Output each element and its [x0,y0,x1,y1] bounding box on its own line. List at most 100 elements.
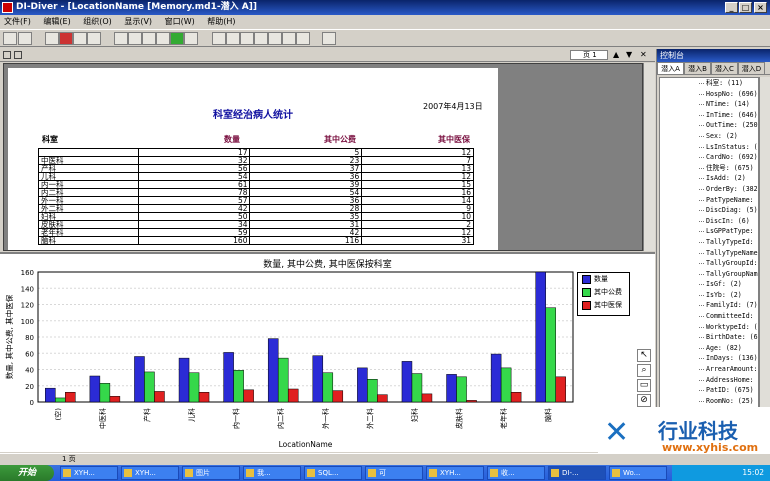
menu-edit[interactable]: 编辑(E) [43,17,70,26]
field-list-item[interactable]: CardNo: (692) [660,152,758,163]
taskbar-item-label: XYH... [135,469,156,477]
taskbar-item[interactable]: XYH... [121,466,179,480]
taskbar-item[interactable]: SQL... [304,466,362,480]
field-list-item[interactable]: CommitteeId: (9) [660,311,758,322]
report-close-icon[interactable]: ✕ [640,50,647,59]
start-button[interactable]: 开始 [0,465,54,481]
taskbar-item[interactable]: 可 [365,466,423,480]
field-list-item[interactable]: RoomNo: (25) [660,396,758,407]
matrix-icon[interactable] [184,32,198,45]
open-icon[interactable] [45,32,59,45]
tab-b[interactable]: 潜入B [684,62,711,74]
field-list-item[interactable]: IsGf: (2) [660,279,758,290]
taskbar-item[interactable]: Wo... [609,466,667,480]
multi-view-icon[interactable] [142,32,156,45]
scatter-chart-icon[interactable] [282,32,296,45]
chart-options-icon[interactable] [296,32,310,45]
field-list-item[interactable]: TallyGroupName: [660,269,758,280]
close-button[interactable]: × [754,2,767,13]
app-icon [2,2,13,13]
field-list-item[interactable]: PatID: (675) [660,385,758,396]
taskbar-item[interactable]: XYH... [60,466,118,480]
field-list-item[interactable]: PatTypeName: (99 [660,195,758,206]
pie-chart-icon[interactable] [268,32,282,45]
field-list-item[interactable]: InDays: (136) [660,353,758,364]
table-view-icon[interactable] [114,32,128,45]
field-list-item[interactable]: LsGPPatType: (4) [660,226,758,237]
reset-icon[interactable]: ⊘ [637,394,651,407]
bar-2 [332,390,344,403]
menu-file[interactable]: 文件(F) [4,17,31,26]
field-list-item[interactable]: FamilyId: (7) [660,300,758,311]
field-list-item[interactable]: Age: (82) [660,343,758,354]
x-tick-label: (空) [53,408,62,421]
page-input[interactable]: 页 1 [570,50,608,60]
field-list-item[interactable]: TallyGroupId: (1 [660,258,758,269]
crosstab-icon[interactable] [128,32,142,45]
field-list-item[interactable]: Sex: (2) [660,131,758,142]
maximize-button[interactable]: □ [739,2,752,13]
taskbar-item[interactable]: 我... [243,466,301,480]
save-icon[interactable] [59,32,73,45]
status-bar: 1 页 [0,453,770,465]
color-grid-icon[interactable] [170,32,184,45]
tab-c[interactable]: 潜入C [711,62,738,74]
table-cell: 2 [361,220,474,229]
field-list-item[interactable]: IsAdd: (2) [660,173,758,184]
field-list-item[interactable]: NTime: (14) [660,99,758,110]
menu-window[interactable]: 窗口(W) [165,17,195,26]
field-list-item[interactable]: 科室: (11) [660,78,758,89]
preview-icon[interactable] [87,32,101,45]
bar-2 [377,394,388,403]
menu-help[interactable]: 帮助(H) [207,17,235,26]
bar-chart-icon[interactable] [212,32,226,45]
tab-a[interactable]: 潜入A [657,62,684,74]
field-list-item[interactable]: LsInStatus: (5) [660,142,758,153]
label-icon[interactable]: ▭ [637,379,651,392]
taskbar-item[interactable]: 收... [487,466,545,480]
console-scrollbar[interactable] [759,77,770,451]
pointer-icon[interactable]: ↖ [637,349,651,362]
page-up-icon[interactable]: ▲ [613,50,619,59]
field-list-item[interactable]: TallyTypeName: ( [660,248,758,259]
menu-view[interactable]: 显示(V) [124,17,152,26]
column-chart-icon[interactable] [226,32,240,45]
bar-0 [178,357,190,403]
area-chart-icon[interactable] [254,32,268,45]
field-list-item[interactable]: OrderBy: (382) [660,184,758,195]
forward-icon[interactable] [18,32,32,45]
taskbar-item[interactable]: DI-... [548,466,606,480]
field-list-item[interactable]: WorktypeId: (7) [660,322,758,333]
report-scrollbar[interactable] [643,63,655,251]
field-list-item[interactable]: AddressHome: (18 [660,375,758,386]
print-icon[interactable] [73,32,87,45]
taskbar-item[interactable]: 图片 [182,466,240,480]
field-list-item[interactable]: OutTime: (250) [660,120,758,131]
minimize-button[interactable]: _ [725,2,738,13]
field-list-item[interactable]: 住院号: (675) [660,163,758,174]
console-icon[interactable] [322,32,336,45]
field-list-item[interactable]: DiscIn: (6) [660,216,758,227]
menu-organize[interactable]: 组织(O) [83,17,112,26]
zoom-icon[interactable]: ⌕ [637,364,651,377]
grid-view-icon[interactable] [156,32,170,45]
table-cell: 36 [249,172,363,181]
field-list-item[interactable]: TallyTypeId: (57 [660,237,758,248]
back-icon[interactable] [3,32,17,45]
tab-d[interactable]: 潜入D [738,62,765,74]
field-list-item[interactable]: IsYb: (2) [660,290,758,301]
line-chart-icon[interactable] [240,32,254,45]
field-list-item[interactable]: InTime: (646) [660,110,758,121]
field-list-item[interactable]: HospNo: (696) [660,89,758,100]
logo-name: 行业科技 [658,419,738,443]
legend-item: 数量 [578,273,629,286]
page-down-icon[interactable]: ▼ [626,50,632,59]
app-icon [185,469,193,477]
field-list-item[interactable]: DiscDiag: (5) [660,205,758,216]
table-cell: 7 [361,156,474,165]
taskbar-item-label: Wo... [623,469,641,477]
field-list-item[interactable]: ArrearAmount: 0 [660,364,758,375]
field-list-item[interactable]: BirthDate: (653) [660,332,758,343]
taskbar-item[interactable]: XYH... [426,466,484,480]
table-cell: 17 [137,148,251,157]
